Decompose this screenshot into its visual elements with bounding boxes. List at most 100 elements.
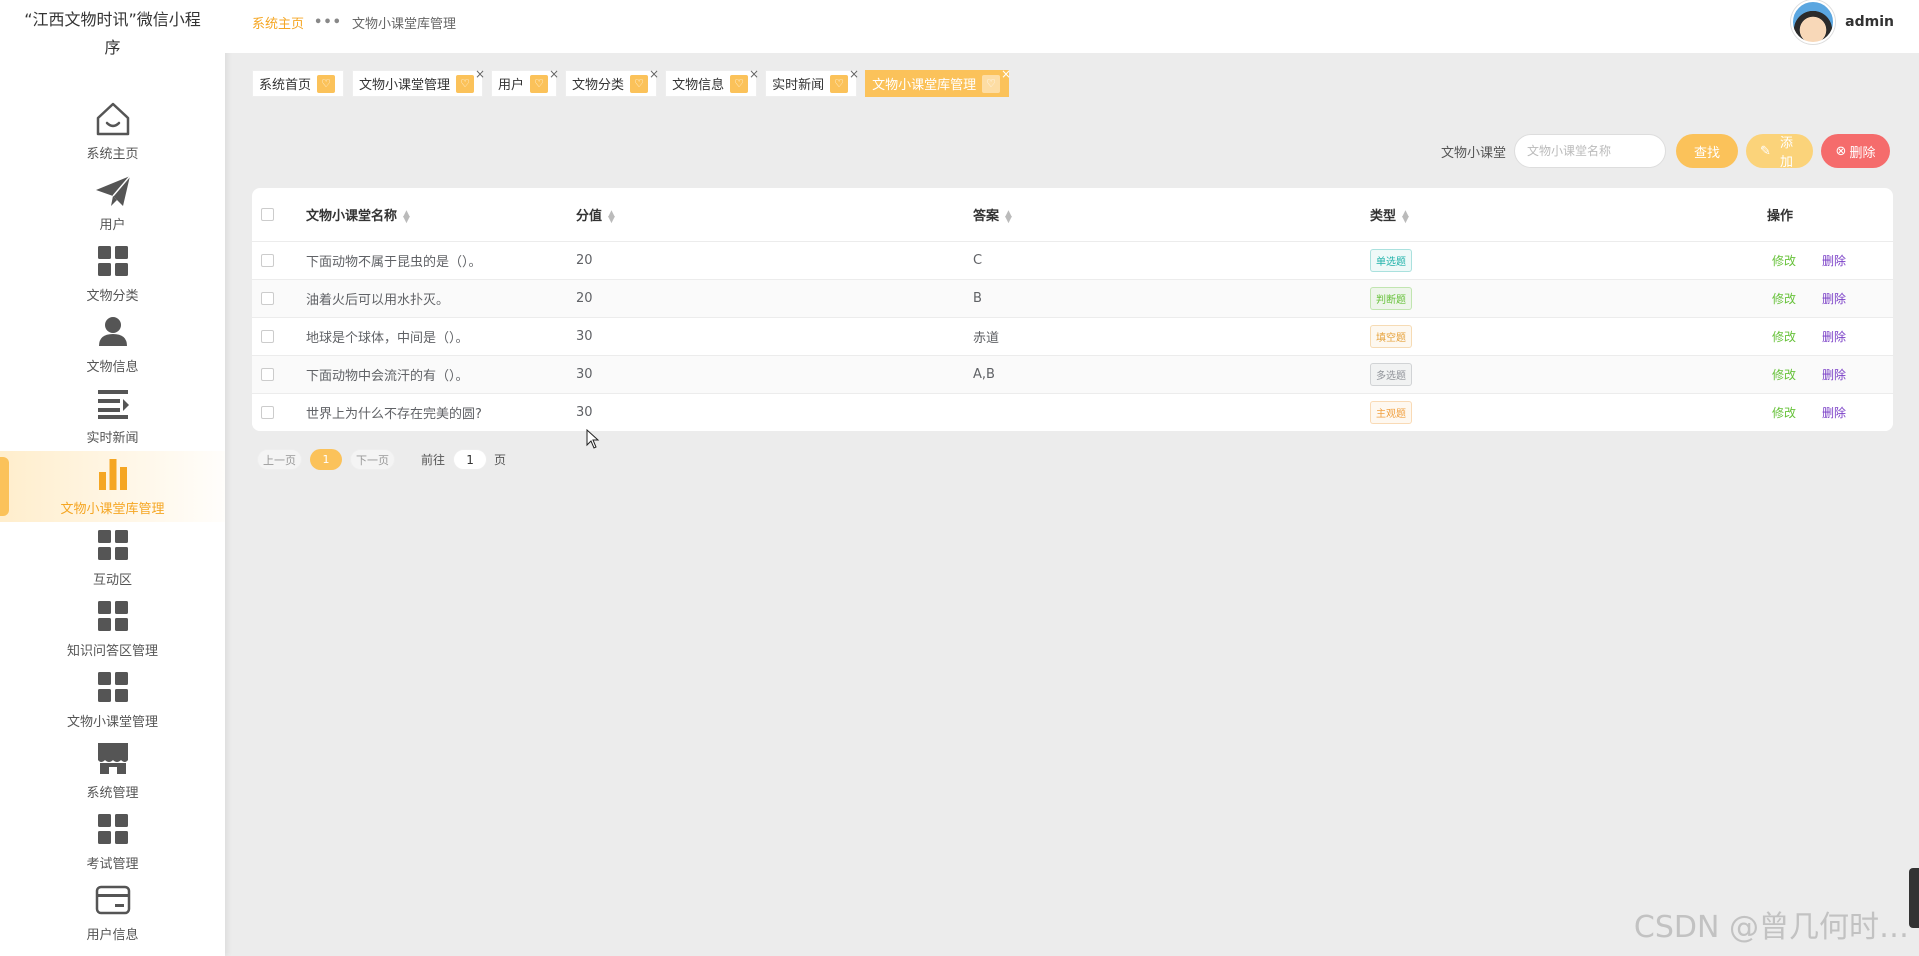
sidebar-item-label: 实时新闻 [86,431,139,446]
pagination: 上一页 1 下一页 前往 页 [257,449,506,470]
avatar[interactable] [1791,0,1836,44]
breadcrumb-current: 文物小课堂库管理 [351,17,456,32]
sidebar-item-2[interactable]: 文物分类 [0,238,225,309]
sidebar-item-6[interactable]: 互动区 [0,522,225,593]
tab-3[interactable]: 文物分类 ♡ × [565,67,659,97]
heart-icon: ♡ [317,74,336,93]
sidebar-item-8[interactable]: 文物小课堂管理 [0,664,225,735]
breadcrumb-home[interactable]: 系统主页 [252,13,304,32]
tab-bar: 系统首页 ♡ 文物小课堂管理 ♡ × 用户 ♡ × 文物分类 ♡ × 文物信息 ♡ × 实时新闻 ♡ × 文物小课… [252,67,1011,97]
sidebar-item-7[interactable]: 知识问答区管理 [0,593,225,664]
paper-plane-icon [93,170,133,210]
tab-close-icon[interactable]: × [849,67,859,81]
sidebar-menu: 系统主页用户文物分类文物信息实时新闻文物小课堂库管理互动区 知识问答区管理 文物小课… [0,96,225,948]
delete-link[interactable]: 删除 [1822,252,1846,269]
delete-button-label: 删除 [1849,145,1876,161]
page-number-current[interactable]: 1 [310,449,342,470]
tab-4[interactable]: 文物信息 ♡ × [665,67,759,97]
sidebar-item-9[interactable]: 系统管理 [0,735,225,806]
sidebar-item-10[interactable]: 考试管理 [0,806,225,877]
row-checkbox[interactable] [261,330,274,343]
select-all-checkbox[interactable] [261,208,274,221]
sidebar-item-5[interactable]: 文物小课堂库管理 [0,451,225,522]
sidebar-item-label: 文物小课堂库管理 [60,502,165,517]
card-icon [93,880,133,920]
row-checkbox[interactable] [261,254,274,267]
tab-close-icon[interactable]: × [475,67,485,81]
sidebar-item-label: 文物信息 [86,360,139,375]
cell-answer: B [973,291,982,306]
user-menu[interactable]: admin [1791,0,1894,44]
row-checkbox[interactable] [261,292,274,305]
type-badge: 单选题 [1370,249,1412,272]
sidebar-item-11[interactable]: 用户信息 [0,877,225,948]
sort-icon[interactable]: ▲ ▼ [1402,209,1409,224]
next-page-button[interactable]: 下一页 [350,449,395,470]
tab-close-icon[interactable]: × [749,67,759,81]
cell-score: 20 [576,291,593,306]
add-button[interactable]: ✎ 添加 [1746,134,1813,170]
sort-icon[interactable]: ▲ ▼ [608,209,615,224]
tab-5[interactable]: 实时新闻 ♡ × [765,67,859,97]
column-header-actions: 操作 [1767,209,1794,224]
type-badge: 填空题 [1370,325,1412,348]
add-button-label: 添加 [1779,136,1793,170]
delete-link[interactable]: 删除 [1822,366,1846,383]
tab-close-icon[interactable]: × [649,67,659,81]
type-badge: 主观题 [1370,401,1412,424]
tab-close-icon[interactable]: × [549,67,559,81]
row-checkbox[interactable] [261,368,274,381]
cell-score: 30 [576,329,593,344]
edit-link[interactable]: 修改 [1772,366,1822,383]
cell-name: 地球是个球体，中间是（）。 [306,331,469,346]
find-button[interactable]: 查找 [1676,134,1738,168]
store-icon [93,738,133,778]
person-icon [93,312,133,352]
sidebar-item-label: 考试管理 [86,857,139,872]
goto-page-input[interactable] [453,449,488,470]
breadcrumb: 系统主页 ••• 文物小课堂库管理 [252,13,456,32]
cell-name: 世界上为什么不存在完美的圆? [306,407,482,422]
tab-label: 文物分类 [572,78,625,93]
column-header-type[interactable]: 类型 ▲ ▼ [1370,205,1767,224]
tab-close-icon[interactable]: × [1001,67,1011,81]
sort-icon[interactable]: ▲ ▼ [1005,209,1012,224]
sidebar-item-4[interactable]: 实时新闻 [0,380,225,451]
delete-link[interactable]: 删除 [1822,290,1846,307]
sidebar-item-label: 用户 [99,218,126,233]
edit-link[interactable]: 修改 [1772,328,1822,345]
heart-icon: ♡ [630,74,649,93]
edit-link[interactable]: 修改 [1772,290,1822,307]
delete-link[interactable]: 删除 [1822,404,1846,421]
sidebar-item-label: 文物分类 [86,289,139,304]
grid-icon [93,525,133,565]
table-row: 世界上为什么不存在完美的圆? 30 主观题 修改 删除 [252,393,1893,431]
cell-answer: A,B [973,367,995,382]
close-circle-icon: ⊗ [1835,143,1847,159]
tab-label: 文物信息 [672,78,725,93]
edit-link[interactable]: 修改 [1772,252,1822,269]
sidebar-item-3[interactable]: 文物信息 [0,309,225,380]
table-row: 下面动物中会流汗的有（）。 30 A,B 多选题 修改 删除 [252,355,1893,393]
delete-link[interactable]: 删除 [1822,328,1846,345]
column-header-name[interactable]: 文物小课堂名称 ▲ ▼ [306,205,576,224]
search-input[interactable] [1514,134,1666,168]
batch-delete-button[interactable]: ⊗ 删除 [1821,134,1890,168]
column-header-answer[interactable]: 答案 ▲ ▼ [973,205,1370,224]
page-suffix: 页 [494,453,507,467]
prev-page-button[interactable]: 上一页 [257,449,302,470]
tab-2[interactable]: 用户 ♡ × [491,67,559,97]
column-header-score[interactable]: 分值 ▲ ▼ [576,205,973,224]
username[interactable]: admin [1845,14,1894,30]
row-checkbox[interactable] [261,406,274,419]
tab-0[interactable]: 系统首页 ♡ [252,70,345,97]
sidebar-item-0[interactable]: 系统主页 [0,96,225,167]
edit-link[interactable]: 修改 [1772,404,1822,421]
sidebar-item-1[interactable]: 用户 [0,167,225,238]
tab-1[interactable]: 文物小课堂管理 ♡ × [352,67,485,97]
sort-icon[interactable]: ▲ ▼ [403,209,410,224]
side-widget[interactable] [1909,868,1919,928]
grid-icon [93,596,133,636]
mouse-cursor-icon [586,429,600,449]
tab-6[interactable]: 文物小课堂库管理 ♡ × [865,67,1011,97]
